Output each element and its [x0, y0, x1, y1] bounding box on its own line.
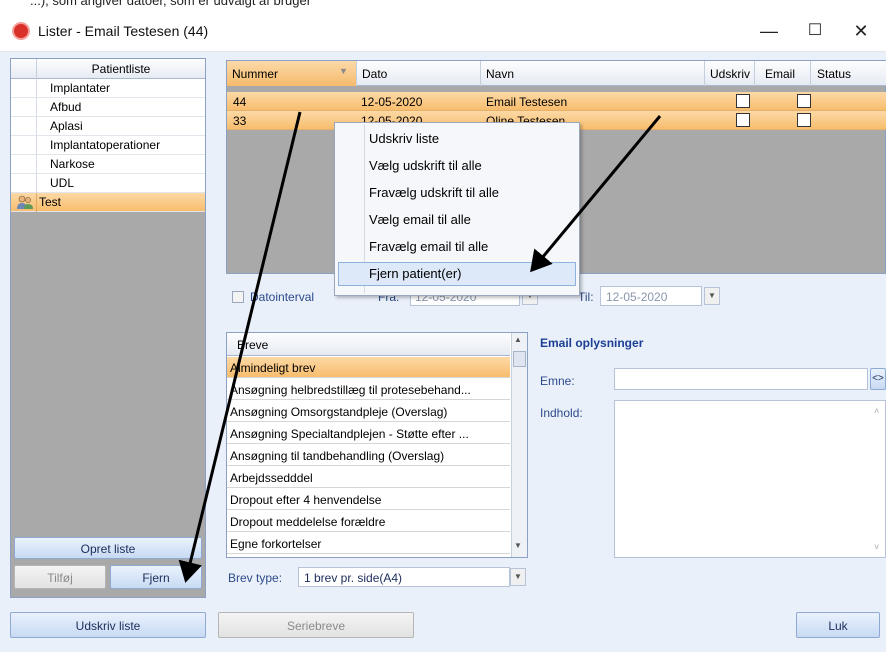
- annotation-arrows: [178, 111, 662, 583]
- arrow-to-remove-button: [178, 111, 302, 583]
- arrow-to-remove-patients-menu-item: [530, 115, 662, 273]
